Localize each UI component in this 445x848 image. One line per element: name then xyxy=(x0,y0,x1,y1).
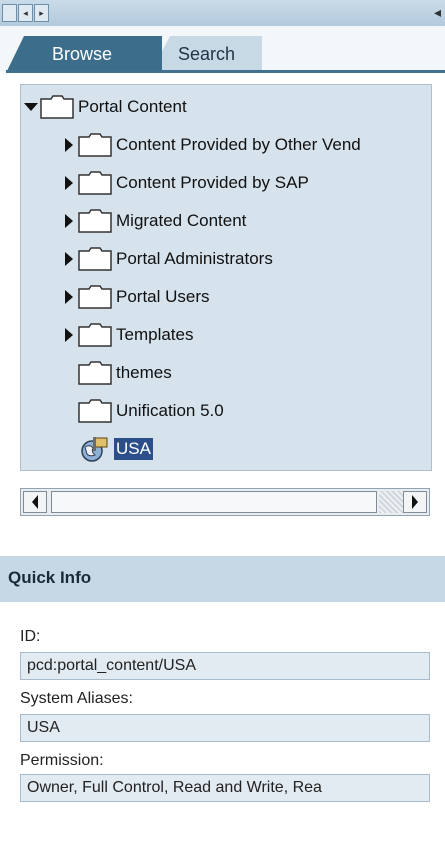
tree-node-themes[interactable]: themes xyxy=(78,355,172,391)
content-tree: Portal Content Content Provided by Other… xyxy=(20,84,432,471)
id-label: ID: xyxy=(20,628,41,645)
id-field[interactable]: pcd:portal_content/USA xyxy=(20,652,430,680)
permission-value: Owner, Full Control, Read and Write, Rea xyxy=(27,779,322,796)
expand-toggle[interactable] xyxy=(63,138,75,152)
globe-role-icon xyxy=(81,437,108,462)
tree-node-label: themes xyxy=(116,363,172,382)
quick-info-title: Quick Info xyxy=(8,568,92,587)
triangle-right-icon xyxy=(65,290,73,304)
triangle-right-icon xyxy=(65,328,73,342)
tree-node-templates[interactable]: Templates xyxy=(63,317,193,353)
tree-node-label: Unification 5.0 xyxy=(116,401,224,420)
splitter-handle[interactable] xyxy=(2,4,17,22)
tree-node-migrated[interactable]: Migrated Content xyxy=(63,203,246,239)
tree-node-label: USA xyxy=(114,438,153,460)
tab-search-label: Search xyxy=(178,44,236,64)
expand-toggle[interactable] xyxy=(63,328,75,342)
nav-back-button[interactable]: ◂ xyxy=(18,4,33,22)
triangle-down-icon xyxy=(24,103,38,111)
collapse-toggle[interactable] xyxy=(24,100,38,114)
tree-node-label: Portal Content xyxy=(78,97,187,116)
left-arrow-icon: ◂ xyxy=(23,7,28,18)
tree-node-label: Portal Administrators xyxy=(116,249,273,268)
mini-nav: ◂ ▸ xyxy=(2,4,50,22)
tree-node-usa[interactable]: USA xyxy=(78,431,153,467)
tree-node-label: Migrated Content xyxy=(116,211,247,230)
permission-field[interactable]: Owner, Full Control, Read and Write, Rea xyxy=(20,774,430,802)
tree-node-portal-admins[interactable]: Portal Administrators xyxy=(63,241,273,277)
scroll-left-button[interactable] xyxy=(23,491,47,513)
right-arrow-icon: ▸ xyxy=(39,7,44,18)
triangle-right-icon xyxy=(65,214,73,228)
permission-label: Permission: xyxy=(20,752,104,769)
tree-node-portal-content[interactable]: Portal Content xyxy=(24,89,187,125)
expand-toggle[interactable] xyxy=(63,214,75,228)
expand-toggle[interactable] xyxy=(63,290,75,304)
tab-divider xyxy=(6,70,445,73)
tab-browse-label: Browse xyxy=(52,44,113,64)
triangle-left-icon xyxy=(32,495,38,509)
portal-content-catalog: ◂ ▸ ◂ Search Browse Portal Content Conte… xyxy=(0,0,445,848)
expand-toggle[interactable] xyxy=(63,176,75,190)
tab-search[interactable]: Search xyxy=(152,36,262,70)
folder-icon xyxy=(78,361,112,385)
triangle-right-icon xyxy=(65,252,73,266)
tree-node-portal-users[interactable]: Portal Users xyxy=(63,279,210,315)
collapse-panel-button[interactable]: ◂ xyxy=(434,4,441,21)
system-aliases-field[interactable]: USA xyxy=(20,714,430,742)
tree-node-label: Templates xyxy=(116,325,194,344)
tree-node-label: Portal Users xyxy=(116,287,210,306)
folder-icon xyxy=(40,95,74,119)
tree-node-label: Content Provided by Other Vend xyxy=(116,135,361,154)
left-arrow-icon: ◂ xyxy=(433,4,441,20)
scroll-track[interactable] xyxy=(379,491,403,513)
system-aliases-label: System Aliases: xyxy=(20,690,133,707)
tree-node-sap[interactable]: Content Provided by SAP xyxy=(63,165,309,201)
tree-node-label: Content Provided by SAP xyxy=(116,173,309,192)
expand-toggle[interactable] xyxy=(63,252,75,266)
folder-icon xyxy=(78,285,112,309)
triangle-right-icon xyxy=(65,138,73,152)
tree-node-unification[interactable]: Unification 5.0 xyxy=(78,393,224,429)
triangle-right-icon xyxy=(65,176,73,190)
top-toolbar: ◂ ▸ ◂ xyxy=(0,0,445,26)
scroll-thumb[interactable] xyxy=(51,491,377,513)
folder-icon xyxy=(78,209,112,233)
scroll-right-button[interactable] xyxy=(403,491,427,513)
system-aliases-value: USA xyxy=(27,719,60,736)
tree-horizontal-scrollbar[interactable] xyxy=(20,488,430,516)
folder-icon xyxy=(78,133,112,157)
id-value: pcd:portal_content/USA xyxy=(27,657,196,674)
folder-icon xyxy=(78,323,112,347)
nav-forward-button[interactable]: ▸ xyxy=(34,4,49,22)
folder-icon xyxy=(78,399,112,423)
triangle-right-icon xyxy=(412,495,418,509)
folder-icon xyxy=(78,247,112,271)
tree-node-other-vendors[interactable]: Content Provided by Other Vend xyxy=(63,127,361,163)
tab-browse[interactable]: Browse xyxy=(6,36,162,73)
quick-info-header: Quick Info xyxy=(0,556,445,602)
folder-icon xyxy=(78,171,112,195)
